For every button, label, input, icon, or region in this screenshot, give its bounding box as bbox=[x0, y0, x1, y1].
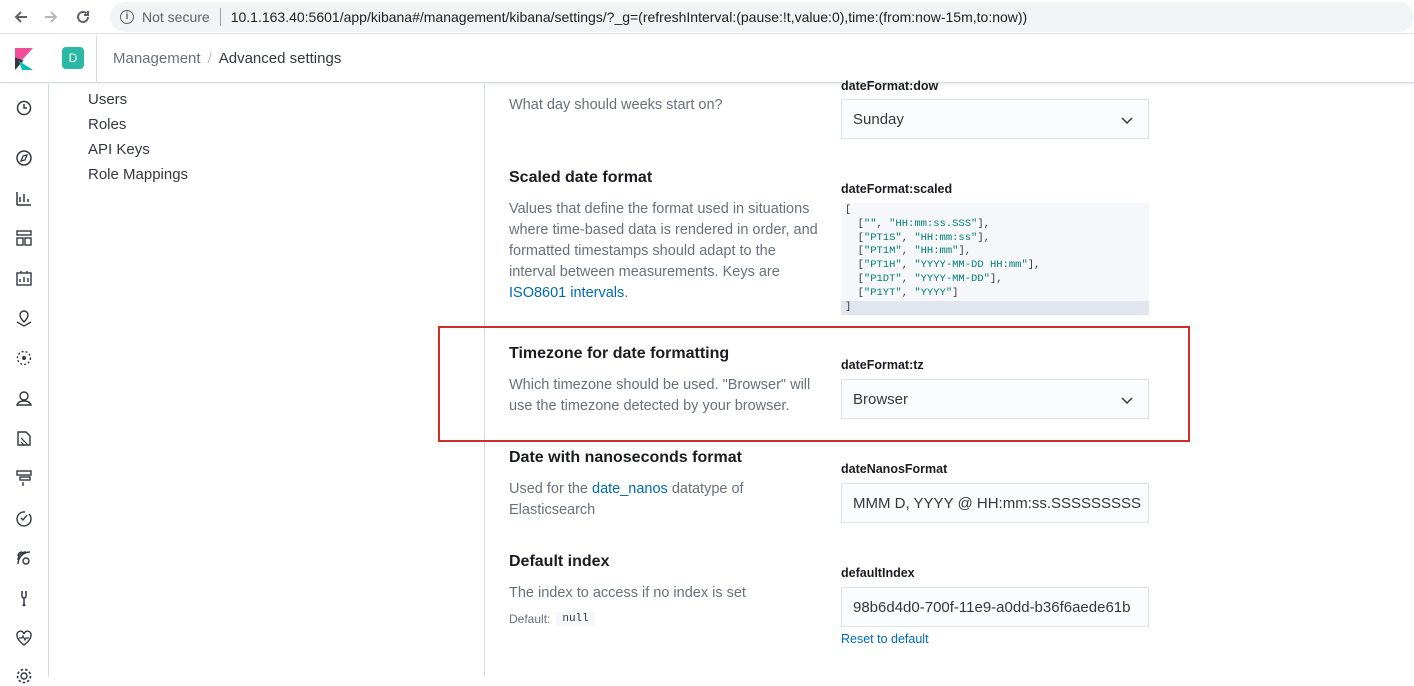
field-label: dateFormat:dow bbox=[841, 79, 939, 93]
code-editor[interactable]: [ ["", "HH:mm:ss.SSS"], ["PT1S", "HH:mm:… bbox=[841, 203, 1149, 315]
code-active-line: ] bbox=[841, 301, 1149, 315]
url-text[interactable]: 10.1.163.40:5601/app/kibana#/management/… bbox=[231, 9, 1028, 25]
sidebar-item-users[interactable]: Users bbox=[88, 91, 127, 108]
address-bar[interactable]: i Not secure 10.1.163.40:5601/app/kibana… bbox=[110, 2, 1414, 32]
browser-toolbar: i Not secure 10.1.163.40:5601/app/kibana… bbox=[0, 0, 1414, 34]
code-string: "YYYY" bbox=[914, 286, 953, 299]
sidebar-item-roles[interactable]: Roles bbox=[88, 116, 126, 133]
setting-description: What day should weeks start on? bbox=[509, 97, 723, 113]
sidebar-item-role-mappings[interactable]: Role Mappings bbox=[88, 166, 188, 183]
management-sidebar: Users Roles API Keys Role Mappings bbox=[49, 84, 485, 677]
breadcrumb-advanced-settings: Advanced settings bbox=[218, 50, 342, 67]
clock-icon[interactable] bbox=[14, 98, 34, 118]
week-start-select[interactable]: Sunday bbox=[841, 99, 1149, 139]
uptime-icon[interactable] bbox=[14, 508, 34, 528]
visualize-icon[interactable] bbox=[14, 188, 34, 208]
description-text: Used for the bbox=[509, 481, 593, 497]
setting-title: Scaled date format bbox=[509, 169, 653, 186]
apm-icon[interactable] bbox=[14, 468, 34, 488]
code-string: "" bbox=[863, 217, 877, 230]
code-string: "P1YT" bbox=[863, 286, 902, 299]
kibana-header: D Management / Advanced settings bbox=[0, 35, 1414, 83]
code-string: "PT1M" bbox=[863, 245, 902, 258]
code-string: "HH:mm:ss.SSS" bbox=[889, 217, 978, 230]
code-string: "PT1H" bbox=[863, 259, 902, 272]
default-value: null bbox=[556, 612, 595, 626]
code-string: "P1DT" bbox=[863, 272, 902, 285]
code-string: "YYYY-MM-DD HH:mm" bbox=[914, 259, 1028, 272]
description-text: Values that define the format used in si… bbox=[509, 201, 818, 280]
date-nanos-format-input[interactable]: MMM D, YYYY @ HH:mm:ss.SSSSSSSSS bbox=[841, 483, 1149, 523]
field-label: defaultIndex bbox=[841, 566, 915, 580]
divider bbox=[219, 8, 221, 26]
chevron-down-icon bbox=[1121, 117, 1133, 125]
maps-icon[interactable] bbox=[14, 308, 34, 328]
logs-icon[interactable] bbox=[14, 428, 34, 448]
divider bbox=[96, 35, 97, 83]
default-index-input[interactable]: 98b6d4d0-700f-11e9-a0dd-b36f6aede61b bbox=[841, 587, 1149, 627]
sidebar-item-api-keys[interactable]: API Keys bbox=[88, 141, 150, 158]
infra-icon[interactable] bbox=[14, 388, 34, 408]
setting-title: Default index bbox=[509, 553, 610, 570]
setting-description: The index to access if no index is set bbox=[509, 585, 746, 601]
code-string: "YYYY-MM-DD" bbox=[914, 272, 990, 285]
side-nav bbox=[0, 84, 49, 684]
setting-description: Used for the date_nanos datatype of Elas… bbox=[509, 479, 819, 521]
dashboard-icon[interactable] bbox=[14, 228, 34, 248]
gear-icon[interactable] bbox=[14, 666, 34, 686]
date-nanos-link[interactable]: date_nanos bbox=[592, 481, 668, 497]
ml-icon[interactable] bbox=[14, 348, 34, 368]
highlight-annotation bbox=[438, 326, 1190, 442]
space-avatar[interactable]: D bbox=[62, 47, 84, 69]
security-label: Not secure bbox=[142, 9, 210, 25]
canvas-icon[interactable] bbox=[14, 268, 34, 288]
code-string: "HH:mm" bbox=[914, 245, 959, 258]
field-label: dateFormat:scaled bbox=[841, 182, 953, 196]
breadcrumb: Management / Advanced settings bbox=[113, 50, 341, 67]
back-arrow-icon[interactable] bbox=[8, 4, 34, 30]
setting-description: Values that define the format used in si… bbox=[509, 199, 819, 304]
info-icon[interactable]: i bbox=[120, 10, 134, 24]
kibana-logo-icon[interactable] bbox=[0, 35, 48, 83]
field-label: dateNanosFormat bbox=[841, 462, 948, 476]
setting-title: Date with nanoseconds format bbox=[509, 449, 742, 466]
breadcrumb-management[interactable]: Management bbox=[113, 50, 201, 67]
select-value: Sunday bbox=[853, 110, 904, 128]
devtools-icon[interactable] bbox=[14, 588, 34, 608]
code-string: "PT1S" bbox=[863, 231, 902, 244]
default-label: Default: bbox=[509, 612, 551, 626]
breadcrumb-separator: / bbox=[207, 50, 212, 67]
default-value-line: Default: null bbox=[509, 612, 595, 626]
siem-icon[interactable] bbox=[14, 548, 34, 568]
reload-icon[interactable] bbox=[70, 4, 96, 30]
iso8601-link[interactable]: ISO8601 intervals bbox=[509, 285, 624, 301]
description-text: . bbox=[624, 285, 629, 301]
monitoring-icon[interactable] bbox=[14, 628, 34, 648]
code-string: "HH:mm:ss" bbox=[914, 231, 978, 244]
forward-arrow-icon[interactable] bbox=[38, 4, 64, 30]
reset-to-default-link[interactable]: Reset to default bbox=[841, 632, 929, 646]
compass-icon[interactable] bbox=[14, 148, 34, 168]
